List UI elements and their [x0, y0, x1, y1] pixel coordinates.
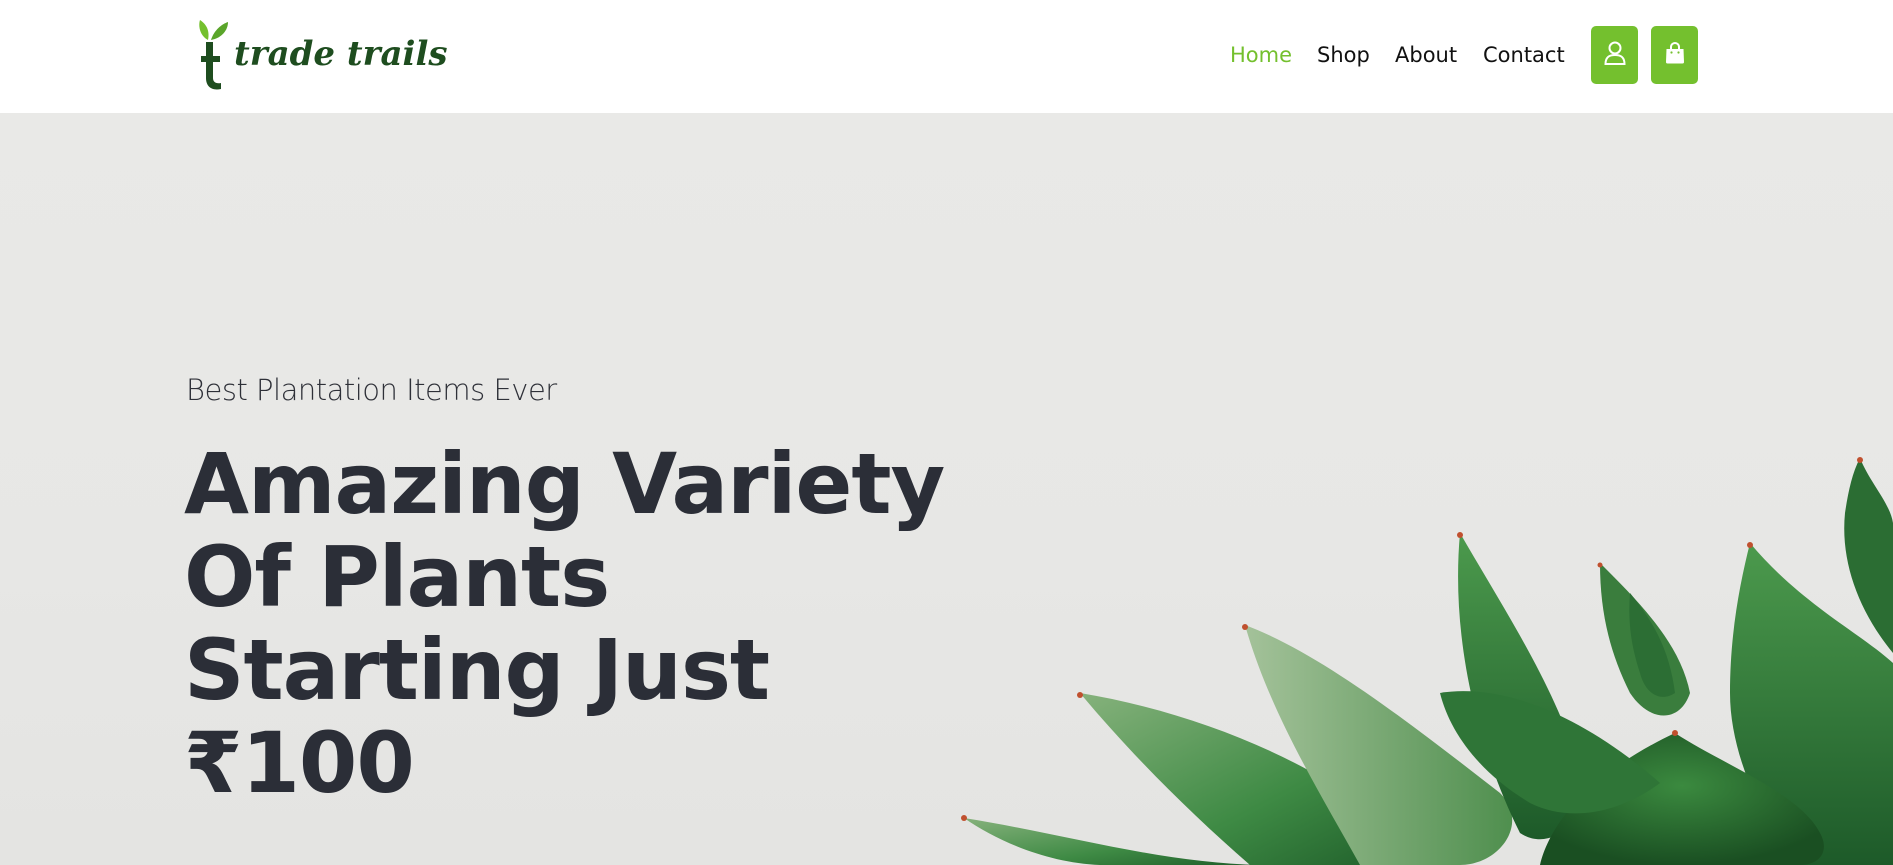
shopping-bag-icon [1665, 41, 1685, 68]
brand-name: trade trails [234, 34, 448, 74]
main-nav: Home Shop About Contact [1193, 0, 1893, 113]
nav-home[interactable]: Home [1230, 40, 1292, 70]
hero-subtitle: Best Plantation Items Ever [186, 373, 557, 407]
hero-title: Amazing Variety Of Plants Starting Just … [184, 435, 945, 812]
site-header: trade trails Home Shop About Contact [0, 0, 1893, 113]
cart-button[interactable] [1651, 26, 1698, 84]
succulent-plant-image [940, 393, 1893, 865]
account-button[interactable] [1591, 26, 1638, 84]
user-icon [1603, 41, 1626, 69]
nav-shop[interactable]: Shop [1317, 40, 1370, 70]
nav-contact[interactable]: Contact [1483, 40, 1565, 70]
hero-section: Best Plantation Items Ever Amazing Varie… [0, 113, 1893, 865]
nav-about[interactable]: About [1395, 40, 1457, 70]
logo[interactable]: trade trails [196, 18, 448, 90]
logo-leaf-icon [196, 18, 230, 90]
